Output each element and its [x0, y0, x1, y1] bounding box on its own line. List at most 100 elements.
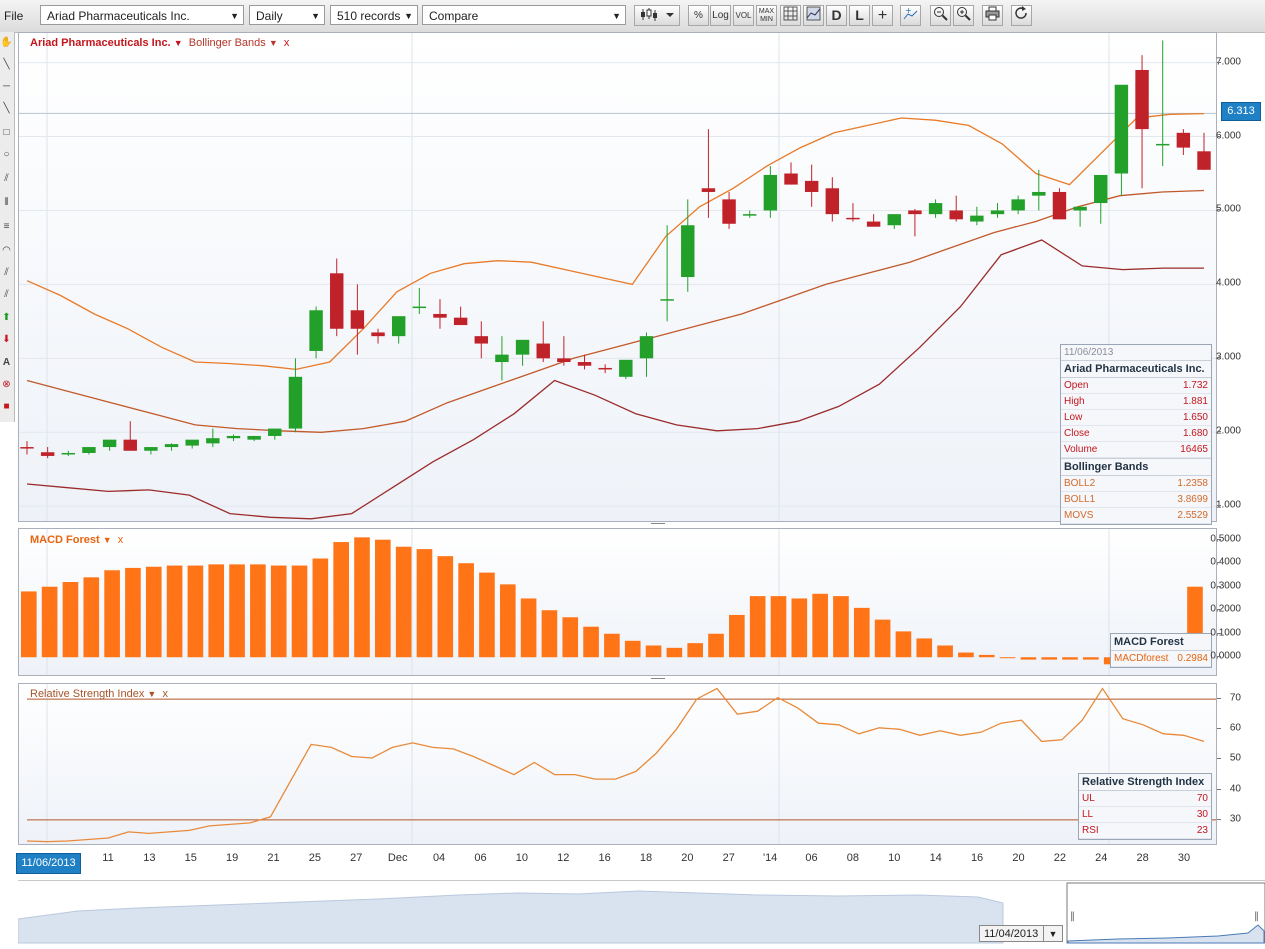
pan-tool-icon[interactable]: ✋ [0, 34, 13, 51]
caret-down-icon[interactable]: ▼ [174, 38, 183, 48]
horizontal-line-tool-icon[interactable]: ─ [0, 78, 13, 95]
x-tick-label: 20 [681, 852, 693, 864]
macd-bar [229, 564, 245, 657]
x-tick-label: 20 [1012, 852, 1024, 864]
macd-bar [916, 638, 932, 657]
price-panel[interactable]: Ariad Pharmaceuticals Inc. ▼ Bollinger B… [18, 32, 1217, 522]
zoom-in-button[interactable] [953, 5, 974, 26]
y-tick-mark [1217, 609, 1221, 610]
text-tool-icon[interactable]: A [0, 354, 13, 371]
macd-bar [875, 620, 891, 658]
x-tick-label: 04 [433, 852, 445, 864]
macd-title-label[interactable]: MACD Forest [30, 534, 100, 546]
macd-bar [729, 615, 745, 657]
fibonacci-tool-icon[interactable]: ⦀ [0, 194, 13, 211]
y-tick-mark [1217, 789, 1221, 790]
macd-bar [396, 547, 412, 657]
legend-row-label: UL [1082, 792, 1095, 805]
flag-tool-icon[interactable]: ■ [0, 398, 13, 415]
chevron-down-icon: ▼ [1043, 926, 1062, 941]
legend-row-value: 30 [1197, 808, 1208, 821]
crosshair-button[interactable]: + [872, 5, 893, 26]
y-tick-mark [1217, 758, 1221, 759]
caret-down-icon[interactable]: ▼ [103, 535, 112, 545]
legend-row: BOLL21.2358 [1061, 476, 1211, 492]
rsi-title-label[interactable]: Relative Strength Index [30, 688, 144, 700]
legend-row-label: Low [1064, 411, 1082, 424]
ray-tool-icon[interactable]: ╲ [0, 100, 13, 117]
x-tick-label: 30 [1178, 852, 1190, 864]
navigator-date-select[interactable]: 11/04/2013 ▼ [979, 925, 1063, 942]
macd-bar [1062, 657, 1078, 659]
legend-row: Volume16465 [1061, 442, 1211, 458]
period-select[interactable]: Daily▼ [249, 5, 325, 25]
macd-bar [625, 641, 641, 657]
symbol-label[interactable]: Ariad Pharmaceuticals Inc. [30, 37, 171, 49]
delete-tool-icon[interactable]: ⊗ [0, 376, 13, 393]
arrow-up-tool-icon[interactable]: ⬆ [0, 309, 13, 326]
close-study-icon[interactable]: x [284, 37, 290, 49]
chart-type-button[interactable] [634, 5, 680, 26]
symbol-select-value: Ariad Pharmaceuticals Inc. [47, 9, 190, 23]
percent-button[interactable]: % [688, 5, 709, 26]
legend-row-label: Close [1064, 427, 1090, 440]
log-button[interactable]: Log [710, 5, 731, 26]
compare-select[interactable]: Compare▼ [422, 5, 626, 25]
x-tick-label: 18 [640, 852, 652, 864]
legend-row: Open1.732 [1061, 378, 1211, 394]
l-button[interactable]: L [849, 5, 870, 26]
close-study-icon[interactable]: x [162, 688, 168, 700]
price-chart[interactable] [19, 33, 1216, 521]
channel-tool-icon[interactable]: ⫽ [0, 264, 13, 281]
zoom-out-button[interactable] [930, 5, 951, 26]
close-study-icon[interactable]: x [118, 534, 124, 546]
rsi-panel[interactable]: Relative Strength Index ▼ x Relative Str… [18, 683, 1217, 845]
caret-down-icon[interactable]: ▼ [269, 38, 278, 48]
area-chart-button[interactable] [803, 5, 824, 26]
add-study-button[interactable]: + [900, 5, 921, 26]
candle-body [702, 188, 715, 192]
legend-row-value: 2.5529 [1177, 509, 1208, 522]
legend-row: LL30 [1079, 807, 1211, 823]
max-min-button[interactable]: MAX MIN [756, 5, 777, 26]
x-tick-label: 14 [930, 852, 942, 864]
ellipse-tool-icon[interactable]: ○ [0, 146, 13, 163]
legend-row-label: MOVS [1064, 509, 1093, 522]
macd-bar [583, 627, 599, 658]
arc-tool-icon[interactable]: ◠ [0, 242, 13, 259]
navigator-chart[interactable]: ‖ ‖ [18, 881, 1265, 946]
x-tick-label: 10 [516, 852, 528, 864]
rsi-chart[interactable] [19, 684, 1216, 844]
macd-legend-value: 0.2984 [1177, 652, 1208, 665]
macd-bar [1000, 657, 1016, 658]
range-navigator[interactable]: ‖ ‖ [18, 880, 1265, 946]
records-select[interactable]: 510 records▼ [330, 5, 418, 25]
macd-panel[interactable]: MACD Forest ▼ x MACD Forest MACDforest0.… [18, 528, 1217, 676]
rectangle-tool-icon[interactable]: □ [0, 124, 13, 141]
macd-bar [1041, 657, 1057, 659]
macd-bar [354, 537, 370, 657]
macd-bar [542, 610, 558, 657]
symbol-select[interactable]: Ariad Pharmaceuticals Inc.▼ [40, 5, 244, 25]
price-title: Ariad Pharmaceuticals Inc. ▼ Bollinger B… [30, 37, 289, 49]
line-tool-icon[interactable]: ╲ [0, 56, 13, 73]
levels-tool-icon[interactable]: ≡ [0, 218, 13, 235]
candle-body [826, 188, 839, 214]
pitchfork-tool-icon[interactable]: ⫽ [0, 286, 13, 303]
refresh-button[interactable] [1011, 5, 1032, 26]
d-button[interactable]: D [826, 5, 847, 26]
file-menu[interactable]: File [0, 6, 27, 26]
macd-bar [708, 634, 724, 658]
study-label[interactable]: Bollinger Bands [189, 37, 266, 49]
candle-body [1135, 70, 1148, 129]
x-tick-label: 19 [226, 852, 238, 864]
volume-button[interactable]: VOL [733, 5, 754, 26]
fan-tool-icon[interactable]: ⫽ [0, 170, 13, 187]
macd-chart[interactable] [19, 529, 1216, 675]
rsi-legend-title: Relative Strength Index [1079, 774, 1211, 791]
arrow-down-tool-icon[interactable]: ⬇ [0, 331, 13, 348]
caret-down-icon[interactable]: ▼ [147, 689, 156, 699]
grid-button[interactable] [780, 5, 801, 26]
print-button[interactable] [982, 5, 1003, 26]
candle-body [516, 340, 529, 355]
